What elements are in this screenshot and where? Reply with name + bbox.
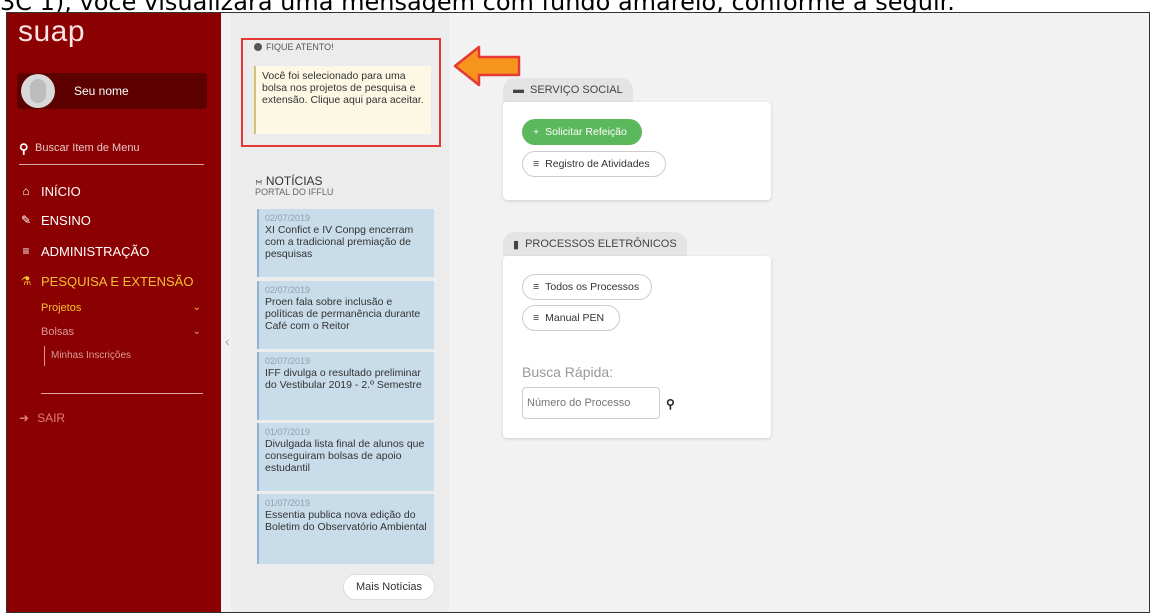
app-logo[interactable]: suap [18,15,85,49]
graduation-cap-icon: ▬ [513,84,524,96]
sidebar-subitem-label: Projetos [41,302,82,314]
chevron-down-icon: ⌄ [192,302,201,313]
solicitar-refeicao-button[interactable]: + Solicitar Refeição [522,119,642,145]
news-text: XI Confict e IV Conpg encerram com a tra… [265,224,414,260]
sidebar-item-label: INÍCIO [41,183,81,199]
news-subtitle: PORTAL DO IFFLU [255,187,334,197]
logout-label: SAIR [37,411,66,425]
sidebar-subitem-minhas-inscricoes[interactable]: Minhas Inscrições [44,346,131,366]
collapse-sidebar-button[interactable]: ‹ [225,333,230,349]
news-item[interactable]: 01/07/2019 Divulgada lista final de alun… [257,423,434,491]
sidebar-item-pesquisa-extensao[interactable]: ⚗ PESQUISA E EXTENSÃO [19,271,194,291]
logout-link[interactable]: ➜ SAIR [19,411,65,425]
news-text: Proen fala sobre inclusão e políticas de… [265,296,421,332]
news-item[interactable]: 02/07/2019 XI Confict e IV Conpg encerra… [257,209,434,277]
app-window: suap Seu nome ⚲ ⌂ INÍCIO ✎ ENSINO ≡ ADMI… [6,12,1150,613]
manual-pen-label: Manual PEN [545,312,605,324]
menu-search-input[interactable] [35,142,200,154]
news-text: Essentia publica nova edição do Boletim … [265,509,427,533]
list-icon: ≡ [22,244,30,258]
sidebar-item-inicio[interactable]: ⌂ INÍCIO [19,181,81,201]
sidebar-item-label: PESQUISA E EXTENSÃO [41,273,194,289]
menu-search: ⚲ [19,141,204,165]
registro-atividades-label: Registro de Atividades [545,158,650,170]
user-name: Seu nome [74,84,129,98]
sidebar-item-label: ADMINISTRAÇÃO [41,243,150,259]
sidebar-divider [41,393,203,394]
news-text: IFF divulga o resultado preliminar do Ve… [265,367,422,391]
news-date: 01/07/2019 [265,427,311,437]
news-date: 02/07/2019 [265,213,311,223]
solicitar-refeicao-label: Solicitar Refeição [545,126,627,138]
sidebar-subitem-bolsas[interactable]: Bolsas ⌄ [41,326,201,342]
document-icon: ▮ [513,238,520,251]
processos-title: PROCESSOS ELETRÔNICOS [525,238,677,250]
logout-icon: ➜ [19,411,30,425]
busca-rapida-label: Busca Rápida: [522,364,614,380]
todos-processos-button[interactable]: ≡ Todos os Processos [522,274,652,300]
more-news-button[interactable]: Mais Notícias [343,574,435,600]
avatar [21,74,55,108]
todos-processos-label: Todos os Processos [545,281,640,293]
sidebar-subitem-projetos[interactable]: Projetos ⌄ [41,302,201,318]
sidebar-item-ensino[interactable]: ✎ ENSINO [19,210,91,230]
registro-atividades-button[interactable]: ≡ Registro de Atividades [522,151,666,177]
rss-icon: ∺ [255,177,263,187]
servico-social-title: SERVIÇO SOCIAL [530,84,623,96]
list-icon: ≡ [533,281,540,293]
processos-tab: ▮ PROCESSOS ELETRÔNICOS [503,232,687,256]
manual-pen-button[interactable]: ≡ Manual PEN [522,305,620,331]
user-profile[interactable]: Seu nome [17,73,207,109]
list-icon: ≡ [533,158,540,170]
sidebar-subitem-label: Bolsas [41,326,75,338]
news-item[interactable]: 01/07/2019 Essentia publica nova edição … [257,494,434,564]
sidebar: suap Seu nome ⚲ ⌂ INÍCIO ✎ ENSINO ≡ ADMI… [7,13,221,612]
list-icon: ≡ [533,312,540,324]
flask-icon: ⚗ [20,274,32,288]
home-icon: ⌂ [22,184,30,198]
search-icon: ⚲ [19,141,29,156]
news-heading: ∺ NOTÍCIAS [255,174,323,188]
plus-icon: + [533,126,540,138]
chevron-down-icon: ⌄ [192,326,201,337]
news-text: Divulgada lista final de alunos que cons… [265,438,425,474]
sidebar-item-label: ENSINO [41,212,91,228]
news-date: 02/07/2019 [265,285,311,295]
search-icon[interactable]: ⚲ [666,397,675,411]
news-item[interactable]: 02/07/2019 IFF divulga o resultado preli… [257,352,434,420]
news-title: NOTÍCIAS [265,174,323,188]
servico-social-tab: ▬ SERVIÇO SOCIAL [503,78,633,102]
highlight-frame [241,38,441,147]
pencil-icon: ✎ [20,213,32,227]
numero-processo-input[interactable] [522,387,660,419]
sidebar-item-administracao[interactable]: ≡ ADMINISTRAÇÃO [19,241,149,261]
news-date: 01/07/2019 [265,498,311,508]
news-item[interactable]: 02/07/2019 Proen fala sobre inclusão e p… [257,281,434,349]
news-date: 02/07/2019 [265,356,311,366]
